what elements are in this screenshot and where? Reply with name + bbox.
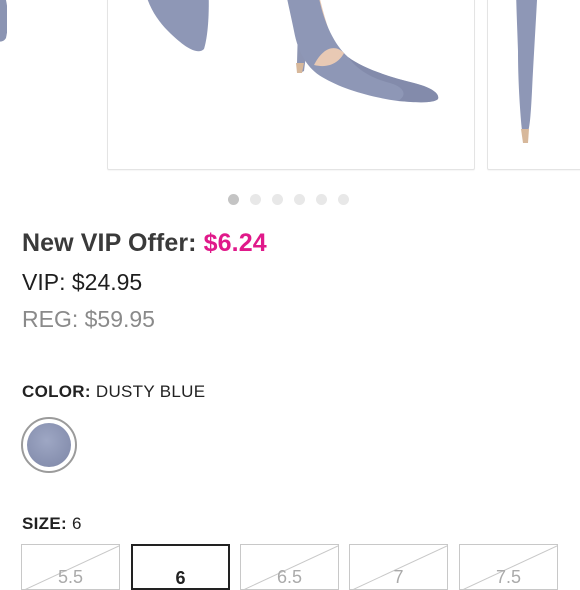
carousel-dot-2[interactable] xyxy=(250,194,261,205)
product-image-next[interactable] xyxy=(487,0,580,170)
size-option-7[interactable]: 7 xyxy=(349,544,448,590)
vip-offer-price: New VIP Offer: $6.24 xyxy=(22,229,267,258)
vip-price: VIP: $24.95 xyxy=(22,269,142,296)
product-image-prev[interactable] xyxy=(0,0,7,168)
regular-price-amount: $59.95 xyxy=(84,306,155,332)
size-option-5-5[interactable]: 5.5 xyxy=(21,544,120,590)
carousel-dot-1[interactable] xyxy=(228,194,239,205)
vip-price-amount: $24.95 xyxy=(71,269,143,295)
size-label: SIZE: xyxy=(22,514,67,533)
product-image-main[interactable] xyxy=(107,0,475,170)
size-option-label: 6.5 xyxy=(276,567,303,587)
regular-price: REG: $59.95 xyxy=(22,306,155,333)
shoe-image-next xyxy=(516,0,538,143)
color-swatch-fill xyxy=(27,423,71,467)
vip-offer-label: New VIP Offer: xyxy=(22,229,197,257)
color-swatch-dusty-blue[interactable] xyxy=(21,417,77,473)
carousel-dot-3[interactable] xyxy=(272,194,283,205)
size-option-6-5[interactable]: 6.5 xyxy=(240,544,339,590)
shoe-image xyxy=(147,0,439,103)
color-value: DUSTY BLUE xyxy=(95,382,206,401)
color-label: COLOR: xyxy=(22,382,91,401)
size-selection: SIZE: 6 xyxy=(22,514,82,534)
size-option-label: 7.5 xyxy=(495,567,522,587)
vip-offer-amount: $6.24 xyxy=(203,229,267,257)
carousel-pagination xyxy=(228,194,349,205)
size-option-label: 5.5 xyxy=(57,567,84,587)
carousel-dot-6[interactable] xyxy=(338,194,349,205)
vip-price-label: VIP: xyxy=(22,269,66,295)
carousel-dot-4[interactable] xyxy=(294,194,305,205)
size-option-6[interactable]: 6 xyxy=(131,544,230,590)
regular-price-label: REG: xyxy=(22,306,79,332)
size-option-7-5[interactable]: 7.5 xyxy=(459,544,558,590)
shoe-image-prev xyxy=(0,0,7,42)
carousel-dot-5[interactable] xyxy=(316,194,327,205)
size-value: 6 xyxy=(71,514,82,533)
size-option-label: 7 xyxy=(393,567,404,587)
color-selection: COLOR: DUSTY BLUE xyxy=(22,382,205,402)
product-image-carousel[interactable] xyxy=(0,0,580,182)
size-option-label: 6 xyxy=(175,568,186,588)
